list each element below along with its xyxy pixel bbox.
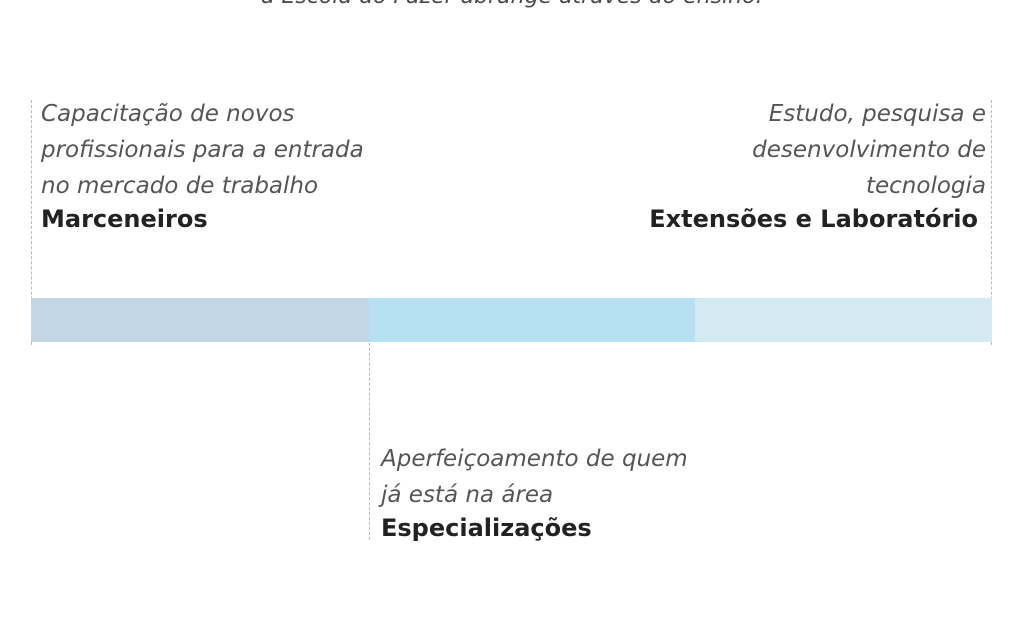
desc-line: tecnologia <box>865 173 986 199</box>
desc-line: já está na área <box>381 482 554 508</box>
desc-line: Capacitação de novos <box>41 101 295 127</box>
label-especializacoes: Especializações <box>381 514 592 542</box>
bar-segment-especializacoes <box>369 298 695 342</box>
label-extensoes: Extensões e Laboratório <box>649 205 978 233</box>
bar-segment-marceneiros <box>31 298 369 342</box>
page-caption: a Escola do Fazer abrange através do ens… <box>0 0 1024 9</box>
block-marceneiros: Capacitação de novos profissionais para … <box>41 96 364 234</box>
desc-line: profissionais para a entrada <box>41 137 364 163</box>
desc-line: no mercado de trabalho <box>41 173 319 199</box>
bar-segment-extensoes <box>695 298 992 342</box>
desc-line: Estudo, pesquisa e <box>768 101 986 127</box>
desc-line: desenvolvimento de <box>752 137 986 163</box>
label-marceneiros: Marceneiros <box>41 205 208 233</box>
block-especializacoes: Aperfeiçoamento de quem já está na área … <box>381 441 688 543</box>
block-extensoes: Estudo, pesquisa e desenvolvimento de te… <box>649 96 986 234</box>
desc-line: Aperfeiçoamento de quem <box>381 446 688 472</box>
